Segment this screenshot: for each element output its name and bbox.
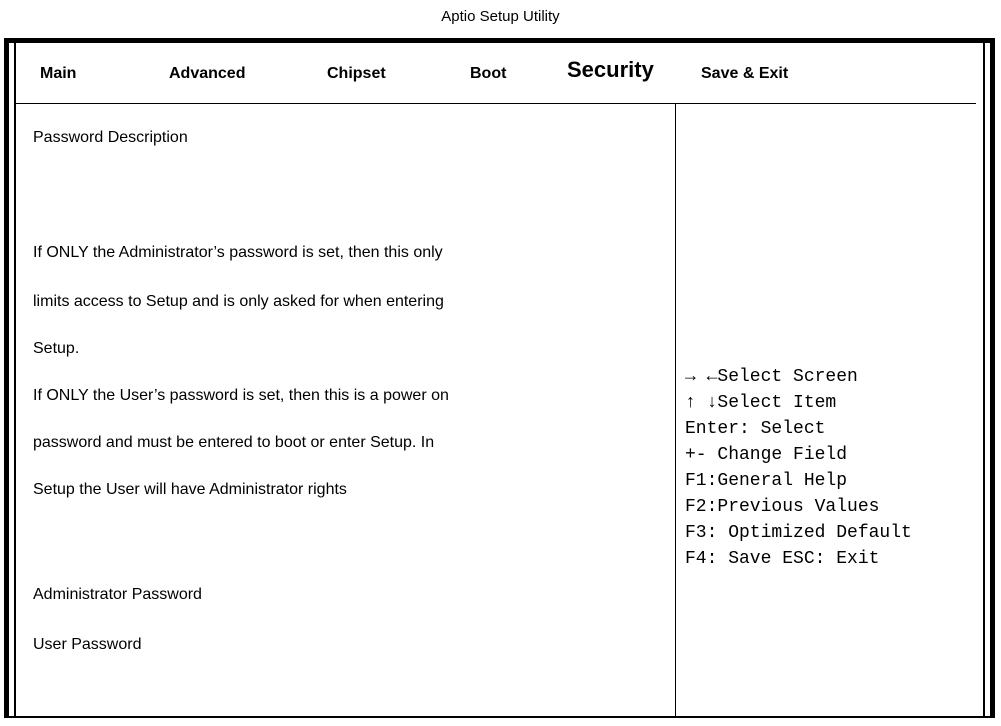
tab-save-exit[interactable]: Save & Exit <box>701 65 788 83</box>
user-password-item[interactable]: User Password <box>33 636 141 654</box>
administrator-password-item[interactable]: Administrator Password <box>33 586 202 604</box>
help-line-change-field: +- Change Field <box>685 445 848 465</box>
description-line: Setup. <box>33 340 80 357</box>
description-heading: Password Description <box>33 129 188 146</box>
tab-bar: Main Advanced Chipset Boot Security Save… <box>16 43 976 104</box>
help-panel: → ←Select Screen ↑ ↓Select Item Enter: S… <box>675 104 976 716</box>
frame-rule-right <box>983 43 985 716</box>
description-line: limits access to Setup and is only asked… <box>33 293 444 310</box>
help-line-f3: F3: Optimized Default <box>685 523 912 543</box>
settings-panel: Password Description If ONLY the Adminis… <box>16 104 675 716</box>
description-line: Setup the User will have Administrator r… <box>33 481 347 498</box>
tab-chipset[interactable]: Chipset <box>327 65 386 83</box>
help-line-f2: F2:Previous Values <box>685 497 880 517</box>
help-line-select-screen: → ←Select Screen <box>685 367 858 387</box>
help-line-f1: F1:General Help <box>685 471 848 491</box>
help-line-f4-esc: F4: Save ESC: Exit <box>685 549 880 569</box>
description-line: If ONLY the Administrator’s password is … <box>33 244 443 261</box>
app-title: Aptio Setup Utility <box>441 8 560 25</box>
help-line-select-item: ↑ ↓Select Item <box>685 393 837 413</box>
setup-window: Main Advanced Chipset Boot Security Save… <box>4 38 995 718</box>
description-line: password and must be entered to boot or … <box>33 434 435 451</box>
help-line-enter: Enter: Select <box>685 419 826 439</box>
description-line: If ONLY the User’s password is set, then… <box>33 387 449 404</box>
tab-security[interactable]: Security <box>567 57 654 83</box>
tab-main[interactable]: Main <box>40 65 76 83</box>
tab-advanced[interactable]: Advanced <box>169 65 245 83</box>
tab-boot[interactable]: Boot <box>470 65 506 83</box>
